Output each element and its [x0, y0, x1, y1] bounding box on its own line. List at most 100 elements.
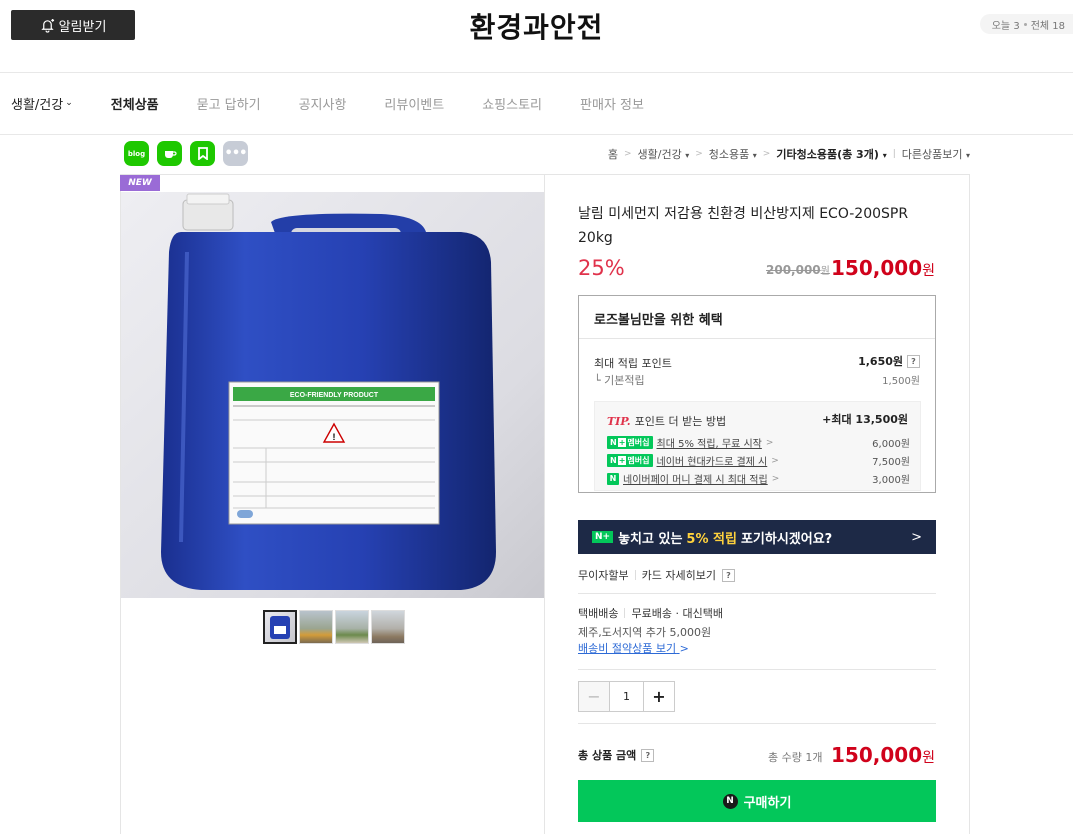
nav-category[interactable]: 생활/건강 ⌄: [11, 94, 73, 113]
tip-row-value: 6,000원: [872, 439, 910, 450]
naver-plus-badge: N + 멤버십: [607, 454, 653, 467]
ellipsis-icon: •••: [224, 146, 248, 161]
breadcrumb-home[interactable]: 홈: [608, 146, 618, 162]
quantity-input[interactable]: 1: [610, 682, 643, 711]
card-detail-link[interactable]: 카드 자세히보기: [642, 567, 716, 583]
max-point-value: 1,650원 ?: [858, 353, 920, 369]
chevron-right-icon: >: [771, 455, 779, 466]
thumbnail-3[interactable]: [335, 610, 369, 644]
naver-plus-icon: N+: [592, 531, 614, 543]
dot-separator: [1023, 22, 1027, 26]
tip-row-value: 7,500원: [872, 457, 910, 468]
nav-divider: [0, 134, 1073, 135]
membership-banner[interactable]: N+ 놓치고 있는 5% 적립 포기하시겠어요? >: [578, 520, 936, 554]
total-price: 150,000원: [831, 743, 935, 767]
max-point-label: 최대 적립 포인트: [594, 357, 672, 370]
naver-plus-badge: N + 멤버십: [607, 436, 653, 449]
bookmark-icon: [197, 147, 208, 160]
nav-shopping-story[interactable]: 쇼핑스토리: [482, 94, 542, 113]
thumbnail-container-image: [270, 616, 290, 639]
frame-divider: [544, 174, 545, 834]
shipping-fee: 무료배송 · 대신택배: [631, 607, 723, 620]
store-nav: 생활/건강 ⌄ 전체상품 묻고 답하기 공지사항 리뷰이벤트 쇼핑스토리 판매자…: [0, 72, 1073, 134]
base-point-label: └ 기본적립: [594, 374, 645, 387]
shipping-save-link[interactable]: 배송비 절약상품 보기 >: [578, 640, 689, 656]
section-divider: [578, 669, 936, 670]
base-point-value: 1,500원: [882, 376, 920, 387]
blog-share-button[interactable]: blog: [124, 141, 149, 166]
divider: |: [892, 149, 896, 159]
quantity-stepper: − 1 +: [578, 681, 675, 712]
total-label: 총 상품 금액 ?: [578, 747, 655, 763]
visit-total: 전체 18: [1030, 20, 1065, 32]
naver-pay-icon: N: [722, 793, 738, 809]
cafe-share-button[interactable]: [157, 141, 182, 166]
help-icon[interactable]: ?: [641, 748, 655, 762]
chevron-right-icon: >: [762, 149, 771, 159]
blue-container-image: ECO-FRIENDLY PRODUCT !: [161, 193, 496, 590]
svg-text:!: !: [333, 432, 336, 442]
product-name: 날림 미세먼지 저감용 친환경 비산방지제 ECO-200SPR 20kg: [578, 206, 909, 246]
section-divider: [578, 593, 936, 594]
benefit-box: 로즈볼님만을 위한 혜택 최대 적립 포인트 1,650원 ? └ 기본적립 1…: [578, 295, 936, 493]
help-icon[interactable]: ?: [907, 354, 920, 368]
breadcrumb-category-1[interactable]: 생활/건강 ▾: [638, 146, 690, 162]
thumbnail-2[interactable]: [299, 610, 333, 644]
tip-row-card[interactable]: N + 멤버십 네이버 현대카드로 결제 시 > 7,500원: [607, 453, 910, 468]
keep-share-button[interactable]: [190, 141, 215, 166]
shipping-extra: 제주,도서지역 추가 5,000원: [578, 626, 712, 639]
quantity-plus-button[interactable]: +: [643, 682, 674, 711]
section-divider: [578, 723, 936, 724]
shipping-type: 택배배송: [578, 607, 619, 620]
naver-n-icon: N: [607, 472, 619, 485]
quantity-minus-button[interactable]: −: [579, 682, 610, 711]
nav-qna[interactable]: 묻고 답하기: [197, 94, 261, 113]
banner-pre: 놓치고 있는: [618, 531, 683, 547]
new-badge: NEW: [120, 175, 160, 191]
tip-row-naverpay[interactable]: N 네이버페이 머니 결제 시 최대 적립 > 3,000원: [607, 471, 910, 486]
banner-post: 포기하시겠어요?: [740, 531, 833, 547]
divider: [624, 608, 626, 618]
chevron-right-icon: >: [911, 529, 922, 545]
installment-label: 무이자할부: [578, 569, 629, 582]
buy-button[interactable]: N 구매하기: [578, 780, 936, 822]
help-icon[interactable]: ?: [721, 568, 735, 582]
benefit-divider: [579, 338, 935, 339]
breadcrumb-category-2[interactable]: 청소용품 ▾: [709, 146, 757, 162]
chevron-down-icon: ⌄: [65, 98, 73, 108]
cafe-cup-icon: [164, 150, 177, 158]
chevron-right-icon: >: [624, 149, 632, 159]
tip-row-text: 네이버 현대카드로 결제 시: [656, 457, 768, 468]
original-price: 200,000원: [766, 263, 830, 277]
breadcrumb-category-3[interactable]: 기타청소용품(총 3개) ▾: [776, 146, 886, 162]
share-buttons: blog •••: [124, 141, 248, 166]
chevron-right-icon: >: [679, 642, 689, 655]
svg-text:ECO-FRIENDLY PRODUCT: ECO-FRIENDLY PRODUCT: [290, 392, 379, 399]
buy-label: 구매하기: [743, 795, 792, 811]
banner-highlight: 5% 적립: [686, 531, 737, 547]
tip-row-text: 최대 5% 적립, 무료 시작: [656, 439, 762, 450]
shipping-method: 택배배송 무료배송 · 대신택배: [578, 605, 723, 621]
nav-review-event[interactable]: 리뷰이벤트: [384, 94, 444, 113]
tip-heading: TIP. 포인트 더 받는 방법: [607, 415, 727, 428]
chevron-right-icon: >: [695, 149, 703, 159]
other-products-link[interactable]: 다른상품보기 ▾: [902, 146, 970, 162]
chevron-right-icon: >: [765, 437, 774, 448]
nav-category-label: 생활/건강: [11, 97, 64, 113]
tip-row-text: 네이버페이 머니 결제 시 최대 적립: [623, 475, 768, 486]
thumbnail-4[interactable]: [371, 610, 405, 644]
tip-row-value: 3,000원: [872, 475, 910, 486]
product-main-image[interactable]: ECO-FRIENDLY PRODUCT !: [121, 192, 544, 598]
card-info: 무이자할부 카드 자세히보기 ?: [578, 567, 735, 583]
nav-all-products[interactable]: 전체상품: [111, 94, 159, 113]
store-title[interactable]: 환경과안전: [0, 6, 1073, 46]
blog-icon: blog: [127, 149, 146, 158]
thumbnail-1[interactable]: [263, 610, 297, 644]
chevron-right-icon: >: [771, 473, 780, 484]
nav-notice[interactable]: 공지사항: [299, 94, 347, 113]
nav-seller-info[interactable]: 판매자 정보: [580, 94, 644, 113]
divider: [634, 570, 636, 580]
more-share-button[interactable]: •••: [223, 141, 248, 166]
tip-row-membership[interactable]: N + 멤버십 최대 5% 적립, 무료 시작 > 6,000원: [607, 435, 910, 450]
tip-box: TIP. 포인트 더 받는 방법 +최대 13,500원 N + 멤버십 최대 5% …: [594, 401, 921, 491]
